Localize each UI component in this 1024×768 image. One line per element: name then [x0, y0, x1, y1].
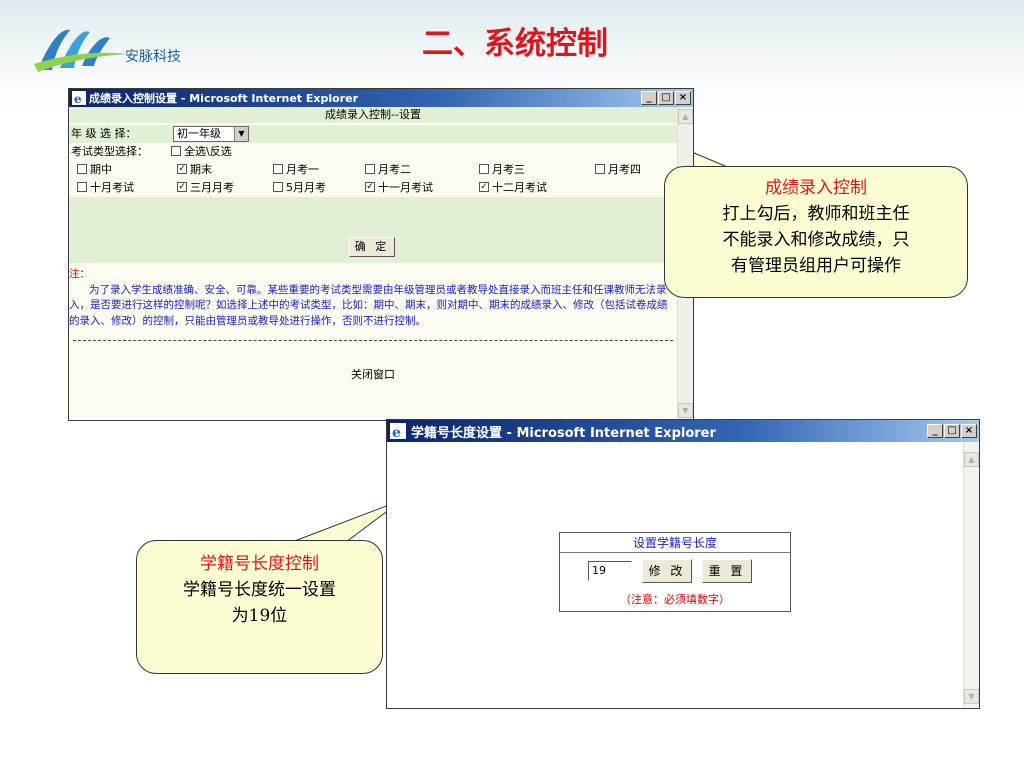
exam-option-december[interactable]: ✓ 十二月考试 [479, 179, 547, 197]
exam-option-monthly-4[interactable]: 月考四 [595, 161, 641, 179]
confirm-button[interactable]: 确 定 [349, 237, 395, 257]
exam-type-label: 考试类型选择： [71, 145, 148, 158]
student-id-window: e 学籍号长度设置 - Microsoft Internet Explorer … [386, 419, 980, 709]
close-icon[interactable]: × [961, 424, 977, 438]
exam-option-may[interactable]: 5月月考 [273, 179, 326, 197]
ie-icon: e [72, 91, 86, 105]
exam-type-row: 考试类型选择： 全选\反选 [69, 143, 677, 161]
exam-checkbox[interactable] [77, 182, 87, 192]
student-callout-line: 学籍号长度统一设置 [183, 580, 336, 600]
exam-option-label: 十月考试 [90, 181, 134, 194]
exam-checkbox[interactable]: ✓ [177, 164, 187, 174]
student-id-panel-title: 设置学籍号长度 [560, 533, 790, 553]
grade-control-callout: 成绩录入控制 打上勾后，教师和班主任 不能录入和修改成绩，只 有管理员组用户可操… [664, 166, 968, 298]
exam-option-label: 十二月考试 [492, 181, 547, 194]
exam-checkbox[interactable]: ✓ [479, 182, 489, 192]
exam-options-row-1: 期中 ✓ 期末 月考一 月考二 月考三 月考四 [69, 161, 677, 179]
grade-window-title: 成绩录入控制设置 - Microsoft Internet Explorer [89, 92, 358, 105]
select-all-checkbox[interactable] [171, 146, 181, 156]
exam-option-label: 期中 [90, 163, 112, 176]
note-label: 注： [69, 268, 90, 280]
exam-option-march[interactable]: ✓ 三月月考 [177, 179, 234, 197]
close-icon[interactable]: × [675, 91, 691, 105]
scroll-up-icon[interactable]: ▲ [678, 109, 693, 124]
exam-option-monthly-2[interactable]: 月考二 [365, 161, 411, 179]
maximize-icon[interactable]: □ [944, 424, 960, 438]
exam-options-row-2: 十月考试 ✓ 三月月考 5月月考 ✓ 十一月考试 ✓ 十二月考试 [69, 179, 677, 197]
exam-checkbox[interactable]: ✓ [365, 182, 375, 192]
select-all-option[interactable]: 全选\反选 [171, 143, 232, 161]
grade-callout-line: 有管理员组用户可操作 [731, 256, 901, 276]
modify-button[interactable]: 修 改 [642, 559, 692, 583]
scroll-down-icon[interactable]: ▼ [678, 403, 693, 418]
exam-option-label: 月考一 [286, 163, 319, 176]
grade-window-titlebar[interactable]: e 成绩录入控制设置 - Microsoft Internet Explorer… [69, 89, 693, 107]
grade-select-label: 年 级 选 择： [71, 127, 137, 140]
exam-option-label: 十一月考试 [378, 181, 433, 194]
grade-select[interactable]: 初一年级 ▼ [173, 126, 249, 142]
scroll-up-icon[interactable]: ▲ [964, 452, 979, 467]
note-text: 为了录入学生成绩准确、安全、可靠。某些重要的考试类型需要由年级管理员或者教导处直… [69, 283, 668, 327]
scroll-down-icon[interactable]: ▼ [964, 689, 979, 704]
minimize-icon[interactable]: _ [927, 424, 943, 438]
exam-option-midterm[interactable]: 期中 [77, 161, 112, 179]
student-id-length-input[interactable]: 19 [588, 561, 632, 581]
grade-callout-line: 不能录入和修改成绩，只 [722, 230, 910, 250]
student-callout-line: 为19位 [231, 606, 288, 626]
grade-callout-title: 成绩录入控制 [765, 178, 867, 198]
company-logo: 安脉科技 [30, 20, 210, 78]
close-window-link[interactable]: 关闭窗口 [69, 366, 677, 382]
student-callout-title: 学籍号长度控制 [200, 554, 319, 574]
exam-option-monthly-1[interactable]: 月考一 [273, 161, 319, 179]
grade-select-row: 年 级 选 择： 初一年级 ▼ [69, 125, 677, 143]
select-all-label: 全选\反选 [184, 145, 232, 158]
exam-checkbox[interactable] [77, 164, 87, 174]
grade-control-window: e 成绩录入控制设置 - Microsoft Internet Explorer… [68, 88, 694, 421]
student-window-title: 学籍号长度设置 - Microsoft Internet Explorer [411, 425, 716, 441]
minimize-icon[interactable]: _ [641, 91, 657, 105]
student-id-panel-note: （注意：必须填数字） [620, 593, 730, 606]
maximize-icon[interactable]: □ [658, 91, 674, 105]
grade-form-header: 成绩录入控制--设置 [69, 107, 677, 123]
student-window-scrollbar[interactable]: ▲ ▼ [963, 442, 979, 708]
exam-option-final[interactable]: ✓ 期末 [177, 161, 212, 179]
student-id-callout: 学籍号长度控制 学籍号长度统一设置 为19位 [136, 540, 383, 674]
slide-title: 二、系统控制 [422, 26, 608, 62]
ie-icon: e [390, 423, 406, 439]
grade-callout-line: 打上勾后，教师和班主任 [722, 204, 910, 224]
exam-option-october[interactable]: 十月考试 [77, 179, 134, 197]
exam-option-label: 5月月考 [286, 181, 326, 194]
exam-option-label: 月考二 [378, 163, 411, 176]
logo-text: 安脉科技 [125, 49, 181, 65]
exam-checkbox[interactable]: ✓ [177, 182, 187, 192]
student-window-titlebar[interactable]: e 学籍号长度设置 - Microsoft Internet Explorer … [387, 420, 979, 442]
exam-checkbox[interactable] [595, 164, 605, 174]
exam-option-november[interactable]: ✓ 十一月考试 [365, 179, 433, 197]
chevron-down-icon[interactable]: ▼ [234, 127, 248, 141]
exam-checkbox[interactable] [273, 182, 283, 192]
exam-option-label: 月考三 [492, 163, 525, 176]
exam-checkbox[interactable] [365, 164, 375, 174]
dashed-divider [73, 340, 673, 341]
student-id-panel: 设置学籍号长度 19 修 改 重 置 （注意：必须填数字） [559, 532, 791, 612]
reset-button[interactable]: 重 置 [702, 559, 752, 583]
exam-option-label: 期末 [190, 163, 212, 176]
note-block: 注： 为了录入学生成绩准确、安全、可靠。某些重要的考试类型需要由年级管理员或者教… [69, 267, 675, 329]
exam-checkbox[interactable] [479, 164, 489, 174]
exam-option-label: 月考四 [608, 163, 641, 176]
exam-option-monthly-3[interactable]: 月考三 [479, 161, 525, 179]
svg-text:e: e [392, 425, 401, 439]
exam-checkbox[interactable] [273, 164, 283, 174]
exam-option-label: 三月月考 [190, 181, 234, 194]
grade-select-value: 初一年级 [177, 127, 221, 140]
logo-mark-icon [34, 29, 128, 72]
svg-text:e: e [74, 92, 82, 105]
